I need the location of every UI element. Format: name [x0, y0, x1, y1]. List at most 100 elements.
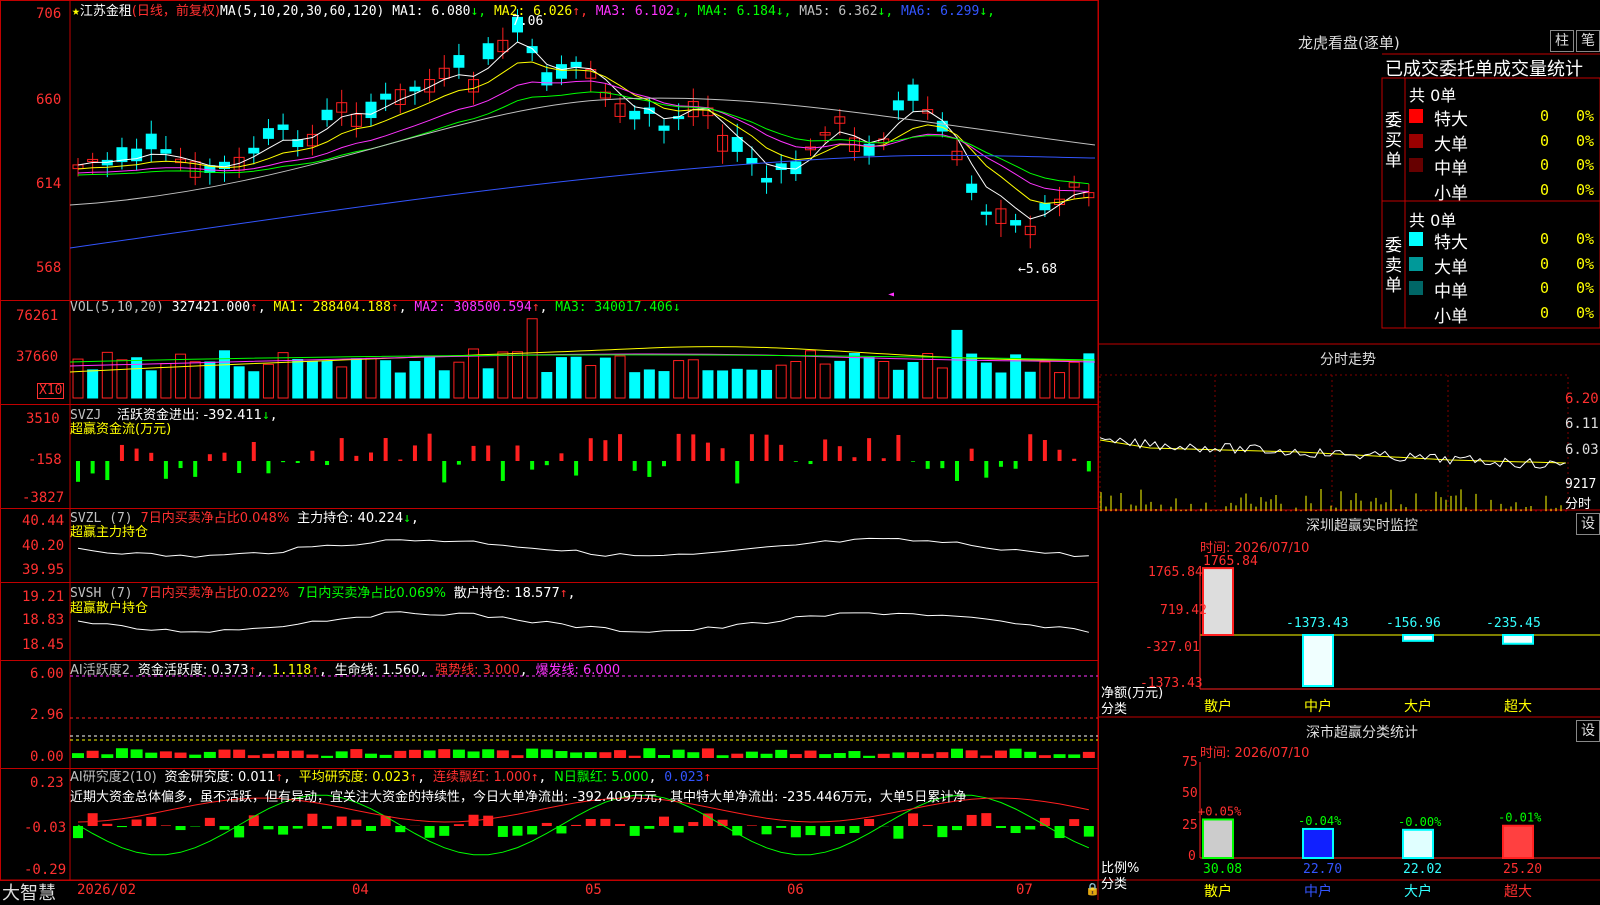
price-axis-1: 660: [36, 92, 61, 108]
classify-settings-button[interactable]: 设: [1576, 720, 1600, 742]
activity-bar: [1083, 752, 1095, 758]
volume-bar: [513, 352, 523, 398]
fund-flow-bar: [721, 448, 725, 461]
fund-flow-bar: [750, 434, 754, 461]
candle-body: [278, 125, 288, 129]
sell-swatch-icon: [1409, 281, 1423, 295]
fund-flow-bar: [999, 461, 1003, 467]
monitor-bar: [1503, 635, 1533, 644]
svzj-axis-0: 3510: [26, 411, 60, 427]
vol-unit-button[interactable]: X10: [37, 383, 64, 399]
candle-body: [1011, 221, 1021, 225]
chart-canvas[interactable]: ◄1765.84散户-1373.43中户-156.96大户-235.45超大+0…: [0, 0, 1600, 900]
classify-change: -0.04%: [1298, 814, 1342, 828]
fund-flow-bar: [1028, 434, 1032, 461]
intraday-vol: 9217: [1565, 477, 1596, 492]
fund-flow-bar: [926, 461, 930, 469]
app-logo: 大智慧: [2, 879, 56, 905]
buy-swatch-icon: [1409, 183, 1423, 197]
fund-flow-bar: [1072, 459, 1076, 461]
activity-bar: [380, 755, 392, 758]
bar-mode-button[interactable]: 柱: [1550, 30, 1574, 52]
volume-bar: [820, 364, 830, 398]
fund-flow-bar: [574, 461, 578, 476]
activity-bar: [116, 748, 128, 758]
favorite-star-icon[interactable]: ★: [72, 4, 80, 19]
monitor-bar-value: -235.45: [1486, 616, 1541, 631]
volume-bar: [220, 351, 230, 398]
research-bar: [571, 825, 581, 826]
activity-bar: [482, 749, 494, 758]
activity-bar: [863, 756, 875, 758]
candle-body: [908, 85, 918, 100]
volume-bar: [351, 359, 361, 398]
sell-row-pct: 0%: [1576, 230, 1594, 248]
buy-total: 共 0单: [1409, 82, 1456, 106]
research-bar: [351, 820, 361, 826]
fund-flow-bar: [369, 453, 373, 461]
activity-bar: [717, 755, 729, 758]
volume-bar: [908, 363, 918, 398]
volume-bar: [366, 358, 376, 398]
research-bar: [747, 825, 757, 826]
volume-bar: [263, 364, 273, 398]
activity-bar: [746, 752, 758, 758]
vol-header: VOL(5,10,20): [70, 300, 164, 315]
volume-bar: [718, 371, 728, 398]
fund-flow-bar: [618, 434, 622, 461]
stats-tabs[interactable]: 已成交委托单成交量统计: [1385, 55, 1583, 81]
classify-time: 时间: 2026/07/10: [1200, 742, 1309, 761]
volume-bar: [762, 370, 772, 398]
fund-flow-bar: [779, 445, 783, 461]
activity-bar: [526, 749, 538, 758]
volume-bar: [542, 373, 552, 398]
research-bar: [366, 826, 376, 831]
monitor-settings-button[interactable]: 设: [1576, 513, 1600, 535]
tick-mode-button[interactable]: 笔: [1576, 30, 1600, 52]
sell-row-pct: 0%: [1576, 279, 1594, 297]
research-bar: [820, 826, 830, 836]
research-bar: [205, 818, 215, 826]
svzj-axis-2: -3827: [22, 490, 64, 506]
buy-row-count: 0: [1540, 156, 1549, 174]
sell-row-name: 特大: [1434, 228, 1468, 253]
fund-flow-bar: [310, 451, 314, 461]
period-mode[interactable]: (日线，前复权): [132, 4, 220, 19]
fund-flow-bar: [179, 461, 183, 468]
activity-bar: [336, 751, 348, 758]
sell-swatch-icon: [1409, 232, 1423, 246]
research-bar: [864, 819, 874, 826]
ma5-line: [70, 98, 1095, 205]
volume-bar: [806, 351, 816, 398]
vol-axis-1: 37660: [16, 349, 58, 365]
ma-legend-item: MA5: 6.362: [799, 4, 877, 19]
fund-flow-bar: [428, 434, 432, 461]
buy-row-pct: 0%: [1576, 181, 1594, 199]
activity-bar: [687, 752, 699, 758]
activity-bar: [394, 751, 406, 758]
research-bar: [161, 825, 171, 826]
fund-flow-bar: [911, 461, 915, 462]
activity-bar: [277, 751, 289, 758]
volume-bar: [732, 369, 742, 398]
research-bar: [513, 826, 523, 836]
ma-legend-item: MA6: 6.299: [901, 4, 979, 19]
candle-body: [293, 140, 303, 147]
volume-bar: [102, 352, 112, 398]
activity-bar: [512, 755, 524, 758]
research-bar: [278, 826, 288, 835]
research-bar: [762, 826, 772, 834]
ma-legend-item: MA1: 6.080: [392, 4, 470, 19]
fund-flow-bar: [164, 461, 168, 479]
research-bar: [586, 819, 596, 826]
vol-ma3: MA3: 340017.406: [555, 300, 672, 315]
ma-legend-item: MA3: 6.102: [596, 4, 674, 19]
activity-bar: [72, 753, 84, 758]
candle-body: [556, 65, 566, 79]
activity-bar: [541, 749, 553, 758]
classify-value: 22.02: [1403, 862, 1442, 877]
activity-bar: [555, 751, 567, 758]
lock-icon[interactable]: 🔒: [1085, 882, 1100, 896]
buy-swatch-icon: [1409, 134, 1423, 148]
buy-row-name: 大单: [1434, 130, 1468, 155]
